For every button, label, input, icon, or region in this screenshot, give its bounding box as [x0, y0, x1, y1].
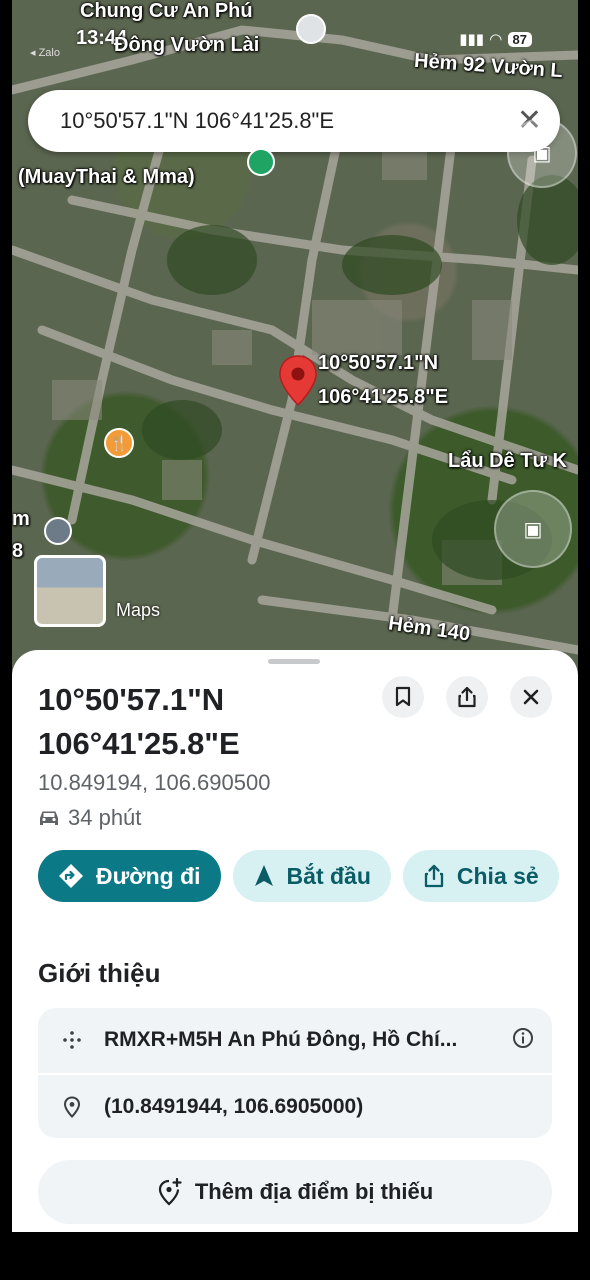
- layers-button[interactable]: ▣: [507, 118, 577, 188]
- share-chip-button[interactable]: Chia sẻ: [402, 850, 559, 902]
- place-bottom-sheet: 10°50'57.1"N 106°41'25.8"E 10.849194, 10…: [12, 650, 578, 1232]
- share-button[interactable]: [446, 676, 488, 718]
- place-info-card: RMXR+M5H An Phú Đông, Hồ Chí... (10.8491…: [38, 1008, 552, 1138]
- chat-icon: ▣: [532, 142, 552, 165]
- add-missing-place-label: Thêm địa điểm bị thiếu: [194, 1179, 434, 1204]
- chat-icon: ▣: [523, 518, 543, 541]
- action-chips: Đường đi Bắt đầu Chia sẻ: [38, 850, 559, 902]
- travel-time-text: 34 phút: [68, 805, 142, 830]
- start-navigation-button[interactable]: Bắt đầu: [232, 850, 391, 902]
- add-location-icon: [158, 1178, 182, 1206]
- street-view-toggle-button[interactable]: ▣: [494, 490, 572, 568]
- search-bar[interactable]: 10°50'57.1"N 106°41'25.8"E ✕: [28, 90, 560, 152]
- start-label: Bắt đầu: [286, 862, 371, 889]
- street-view-thumbnail[interactable]: [34, 555, 106, 627]
- share-label: Chia sẻ: [456, 862, 539, 889]
- sheet-drag-handle[interactable]: [268, 659, 320, 664]
- precise-coords-text: (10.8491944, 106.6905000): [104, 1095, 364, 1118]
- travel-time: 34 phút: [38, 805, 141, 831]
- restaurant-marker-icon[interactable]: 🍴: [104, 428, 134, 458]
- battery-icon: 87: [507, 31, 532, 47]
- place-title: 10°50'57.1"N 106°41'25.8"E: [38, 682, 240, 761]
- save-button[interactable]: [382, 676, 424, 718]
- maps-logo: Maps: [116, 600, 161, 620]
- car-icon: [40, 811, 58, 825]
- wifi-icon: ◠: [489, 31, 502, 48]
- close-icon: [523, 689, 539, 705]
- directions-button[interactable]: Đường đi: [38, 850, 221, 902]
- about-section-title: Giới thiệu: [38, 958, 161, 988]
- location-pin-icon: [58, 1096, 86, 1118]
- screen: 13:44 ◂ Zalo ▮▮▮ ◠ 87 Chung Cư An Phú Đô…: [12, 0, 578, 1232]
- map-label-pin-lng: 106°41'25.8"E: [318, 386, 449, 408]
- dropped-pin-icon[interactable]: [278, 355, 318, 412]
- decimal-coordinates: 10.849194, 106.690500: [38, 770, 271, 795]
- school-marker-icon[interactable]: [44, 517, 72, 545]
- close-button[interactable]: [510, 676, 552, 718]
- plus-code-row[interactable]: RMXR+M5H An Phú Đông, Hồ Chí...: [38, 1008, 552, 1072]
- add-missing-place-button[interactable]: Thêm địa điểm bị thiếu: [38, 1160, 552, 1224]
- plus-code-text: RMXR+M5H An Phú Đông, Hồ Chí...: [104, 1028, 458, 1051]
- map-label-apartment-line2[interactable]: Đông Vườn Lài: [114, 34, 259, 57]
- signal-icon: ▮▮▮: [459, 31, 484, 48]
- map-label-edge-m: m: [12, 508, 30, 530]
- place-marker-icon[interactable]: [296, 14, 326, 44]
- bookmark-icon: [395, 686, 411, 707]
- gym-marker-icon[interactable]: [247, 148, 275, 176]
- back-to-app-link[interactable]: ◂ Zalo: [30, 46, 60, 59]
- map-label-gym[interactable]: (MuayThai & Mma): [18, 166, 195, 189]
- info-icon[interactable]: [512, 1027, 534, 1054]
- precise-coords-row[interactable]: (10.8491944, 106.6905000): [38, 1075, 552, 1138]
- directions-icon: [59, 864, 83, 888]
- map-label-apartment[interactable]: Chung Cư An Phú: [80, 0, 253, 23]
- share-icon: [458, 686, 476, 708]
- status-icons: ▮▮▮ ◠ 87: [459, 30, 532, 48]
- map-label-pin-lat: 10°50'57.1"N: [318, 352, 439, 374]
- share-icon: [424, 864, 444, 888]
- plus-code-icon: [58, 1029, 86, 1051]
- navigation-arrow-icon: [254, 865, 273, 886]
- map-label-restaurant[interactable]: Lẩu Dê Tư K: [448, 450, 567, 473]
- directions-label: Đường đi: [96, 862, 201, 889]
- satellite-map[interactable]: 13:44 ◂ Zalo ▮▮▮ ◠ 87 Chung Cư An Phú Đô…: [12, 0, 578, 680]
- map-label-edge-8: 8: [12, 540, 24, 562]
- search-query[interactable]: 10°50'57.1"N 106°41'25.8"E: [60, 108, 517, 134]
